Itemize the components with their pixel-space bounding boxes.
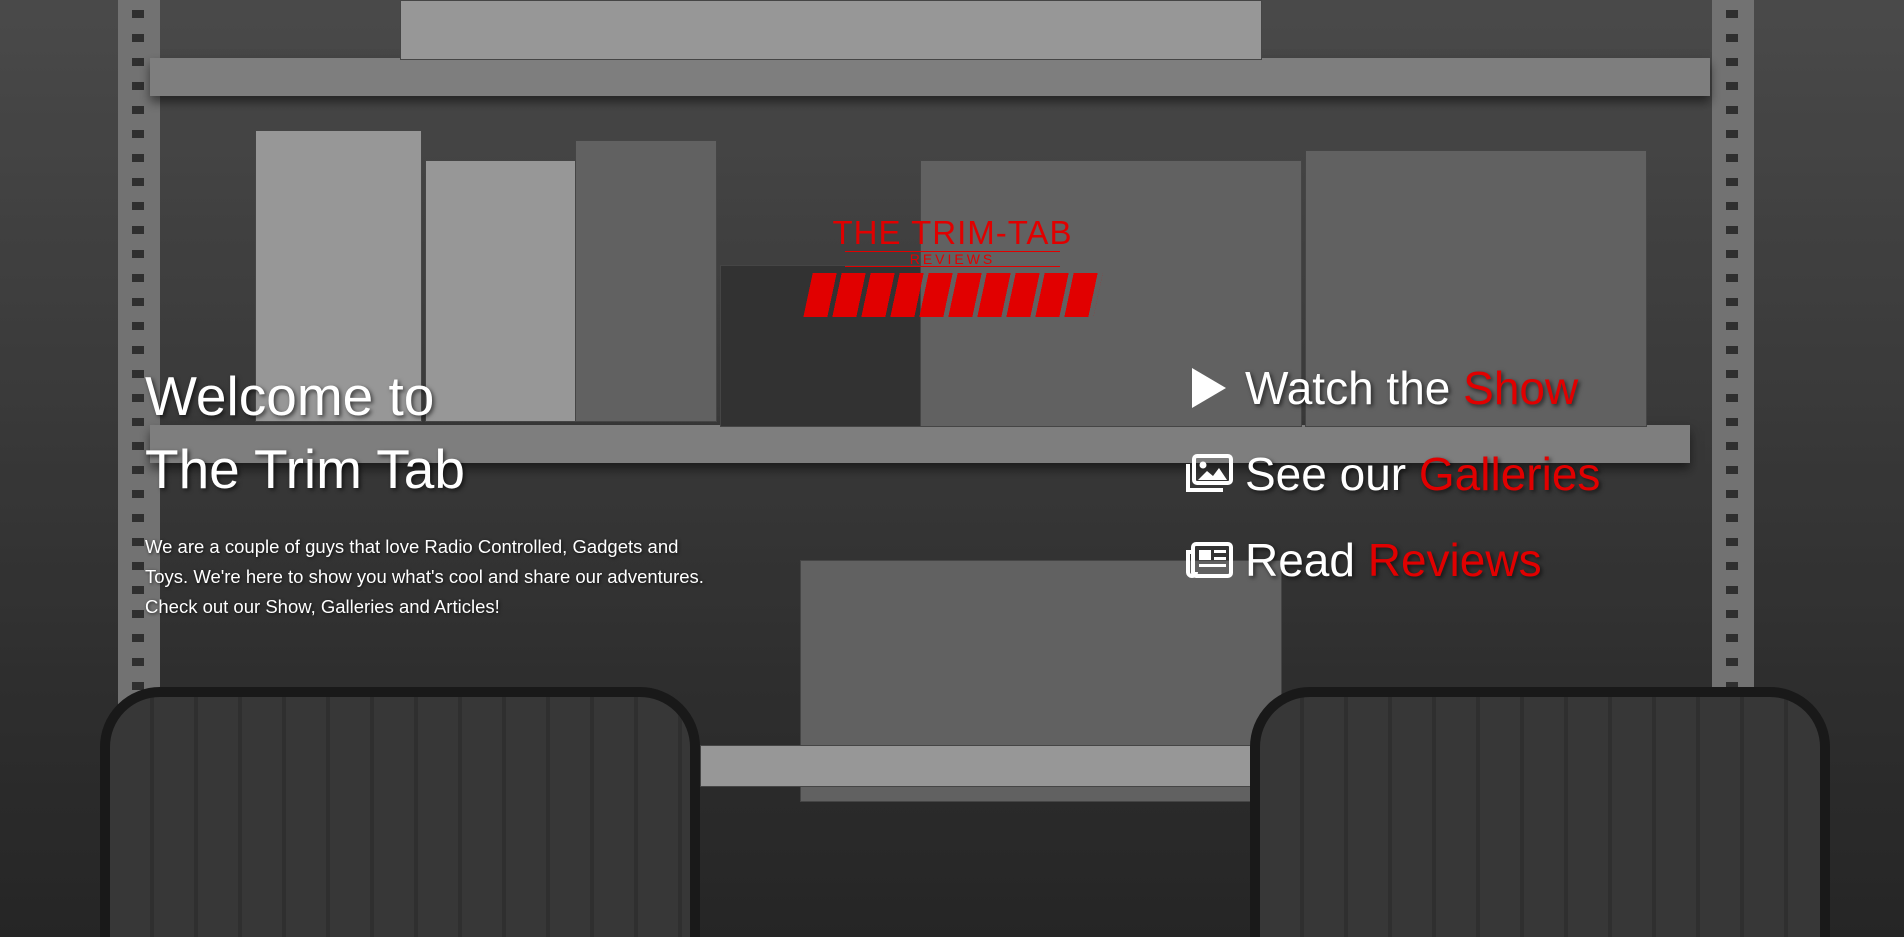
welcome-heading-line2: The Trim Tab xyxy=(145,438,465,500)
reviews-prefix: Read xyxy=(1245,534,1355,586)
hero-section: THE TRIM-TAB REVIEWS Welcome to The Trim… xyxy=(0,0,1904,937)
reviews-link[interactable]: Read Reviews xyxy=(1185,530,1600,590)
watch-show-link[interactable]: Watch the Show xyxy=(1185,358,1600,418)
galleries-prefix: See our xyxy=(1245,448,1407,500)
welcome-heading: Welcome to The Trim Tab xyxy=(145,360,705,506)
logo-title: THE TRIM-TAB xyxy=(832,214,1073,251)
welcome-block: Welcome to The Trim Tab We are a couple … xyxy=(145,360,705,622)
site-logo[interactable]: THE TRIM-TAB REVIEWS xyxy=(802,214,1103,320)
newspaper-icon xyxy=(1185,537,1233,583)
logo-stripes xyxy=(802,273,1103,317)
galleries-accent: Galleries xyxy=(1418,448,1601,500)
reviews-accent: Reviews xyxy=(1367,534,1542,586)
watch-show-prefix: Watch the xyxy=(1245,362,1451,414)
watch-show-accent: Show xyxy=(1463,362,1579,414)
play-icon xyxy=(1185,365,1233,411)
cta-links: Watch the Show See our Galleries Read Re… xyxy=(1185,358,1600,616)
galleries-link[interactable]: See our Galleries xyxy=(1185,444,1600,504)
welcome-heading-line1: Welcome to xyxy=(145,365,435,427)
welcome-description: We are a couple of guys that love Radio … xyxy=(145,536,704,617)
logo-subtitle: REVIEWS xyxy=(845,251,1060,267)
image-gallery-icon xyxy=(1185,451,1233,497)
